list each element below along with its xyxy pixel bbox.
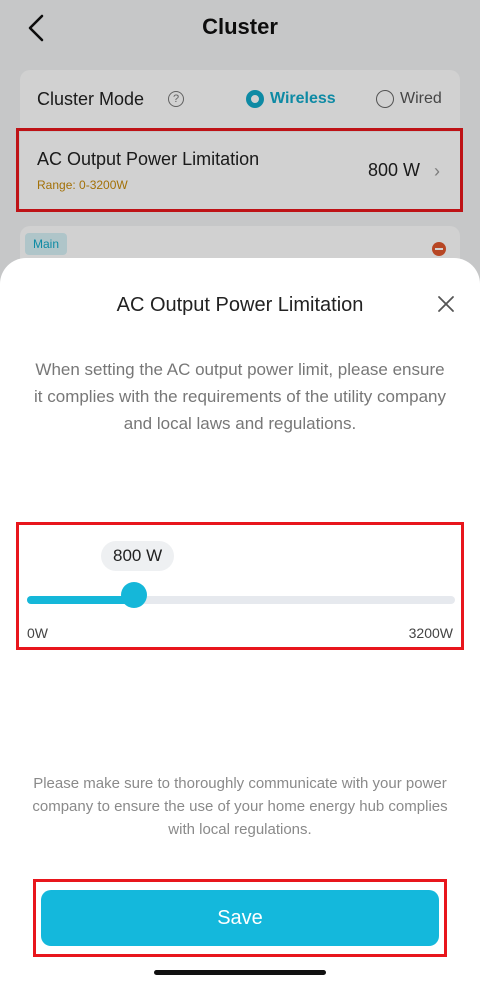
power-slider-highlight: 800 W 0W 3200W [16, 522, 464, 650]
save-button[interactable]: Save [41, 890, 439, 946]
slider-value-label: 800 W [101, 541, 175, 571]
slider-max-label: 3200W [408, 625, 453, 641]
bottom-sheet: AC Output Power Limitation When setting … [0, 258, 480, 986]
close-button[interactable] [434, 292, 458, 316]
sheet-description: When setting the AC output power limit, … [34, 360, 446, 433]
sheet-title: AC Output Power Limitation [116, 294, 364, 316]
compliance-note: Please make sure to thoroughly communica… [32, 775, 448, 838]
home-indicator [154, 970, 326, 975]
slider-track[interactable] [27, 596, 455, 604]
close-icon [438, 296, 454, 312]
slider-min-label: 0W [27, 625, 48, 641]
save-button-highlight: Save [33, 879, 447, 957]
slider-thumb[interactable] [121, 582, 147, 608]
slider-fill [27, 596, 134, 604]
